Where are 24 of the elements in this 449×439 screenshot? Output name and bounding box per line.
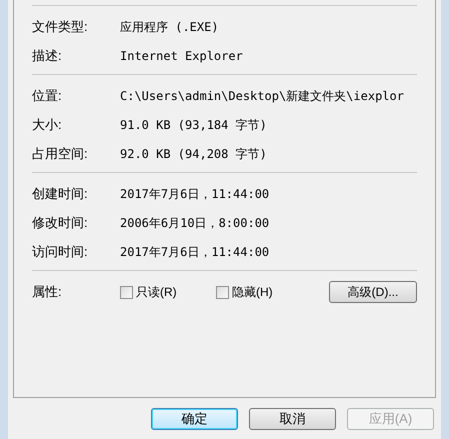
field-value: 2017年7月6日，11:44:00 bbox=[120, 244, 270, 260]
advanced-button[interactable]: 高级(D)... bbox=[329, 281, 417, 303]
checkbox[interactable] bbox=[120, 286, 133, 298]
checkbox-label: 隐藏(H) bbox=[232, 284, 273, 301]
field-label: 访问时间: bbox=[32, 242, 89, 261]
field-value: 91.0 KB (93,184 字节) bbox=[120, 116, 267, 134]
field-value: 2017年7月6日，11:44:00 bbox=[120, 186, 270, 202]
field-value: 92.0 KB (94,208 字节) bbox=[120, 146, 267, 162]
field-value: 2006年6月10日，8:00:00 bbox=[120, 214, 270, 232]
field-label: 占用空间: bbox=[32, 144, 89, 163]
field-label: 修改时间: bbox=[32, 214, 89, 232]
checkbox[interactable] bbox=[216, 286, 229, 298]
field-label: 文件类型: bbox=[32, 18, 89, 36]
field-label: 创建时间: bbox=[32, 184, 89, 203]
field-label: 位置: bbox=[32, 86, 63, 105]
dialog-button[interactable]: 取消 bbox=[249, 408, 336, 430]
field-value: C:\Users\admin\Desktop\新建文件夹\iexplor bbox=[120, 88, 404, 104]
field-value: 应用程序 (.EXE) bbox=[120, 18, 219, 36]
checkbox-label: 只读(R) bbox=[136, 284, 177, 301]
field-value: Internet Explorer bbox=[120, 48, 243, 64]
field-label: 描述: bbox=[32, 46, 63, 65]
attributes-label: 属性: bbox=[32, 283, 63, 302]
field-label: 大小: bbox=[32, 116, 63, 134]
dialog-button[interactable]: 确定 bbox=[151, 408, 238, 430]
